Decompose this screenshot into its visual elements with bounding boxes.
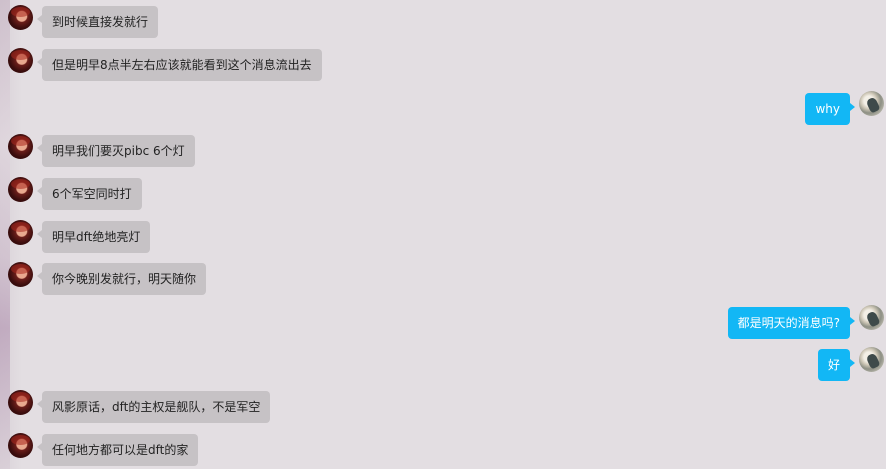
message-incoming: 任何地方都可以是dft的家 [8, 433, 199, 466]
message-bubble[interactable]: 都是明天的消息吗? [727, 307, 856, 339]
message-bubble[interactable]: why [805, 93, 855, 125]
contact-avatar[interactable] [8, 390, 33, 415]
message-bubble[interactable]: 明早dft绝地亮灯 [36, 221, 151, 253]
message-incoming: 明早我们要灭pibc 6个灯 [8, 134, 195, 167]
contact-avatar[interactable] [8, 5, 33, 30]
message-incoming: 风影原话，dft的主权是舰队，不是军空 [8, 390, 271, 423]
chat-message-list[interactable]: 到时候直接发就行 但是明早8点半左右应该就能看到这个消息流出去 why 明早我们… [0, 0, 886, 469]
contact-avatar[interactable] [8, 177, 33, 202]
contact-avatar[interactable] [8, 134, 33, 159]
message-bubble[interactable]: 风影原话，dft的主权是舰队，不是军空 [36, 391, 271, 423]
self-avatar[interactable] [859, 305, 884, 330]
message-outgoing: 好 [817, 347, 884, 381]
message-outgoing: 都是明天的消息吗? [727, 305, 884, 339]
self-avatar[interactable] [859, 91, 884, 116]
contact-avatar[interactable] [8, 220, 33, 245]
message-incoming: 6个军空同时打 [8, 177, 142, 210]
message-bubble[interactable]: 6个军空同时打 [37, 178, 142, 210]
message-bubble[interactable]: 到时候直接发就行 [36, 6, 159, 38]
message-incoming: 到时候直接发就行 [8, 5, 159, 38]
message-bubble[interactable]: 你今晚别发就行，明天随你 [36, 263, 207, 295]
contact-avatar[interactable] [8, 48, 33, 73]
self-avatar[interactable] [859, 347, 884, 372]
message-bubble[interactable]: 好 [817, 349, 856, 381]
message-outgoing: why [805, 91, 884, 125]
message-incoming: 你今晚别发就行，明天随你 [8, 262, 207, 295]
contact-avatar[interactable] [8, 433, 33, 458]
message-bubble[interactable]: 明早我们要灭pibc 6个灯 [37, 135, 195, 167]
message-incoming: 明早dft绝地亮灯 [8, 220, 151, 253]
message-bubble[interactable]: 但是明早8点半左右应该就能看到这个消息流出去 [37, 49, 322, 81]
message-bubble[interactable]: 任何地方都可以是dft的家 [36, 434, 199, 466]
contact-avatar[interactable] [8, 262, 33, 287]
message-incoming: 但是明早8点半左右应该就能看到这个消息流出去 [8, 48, 322, 81]
